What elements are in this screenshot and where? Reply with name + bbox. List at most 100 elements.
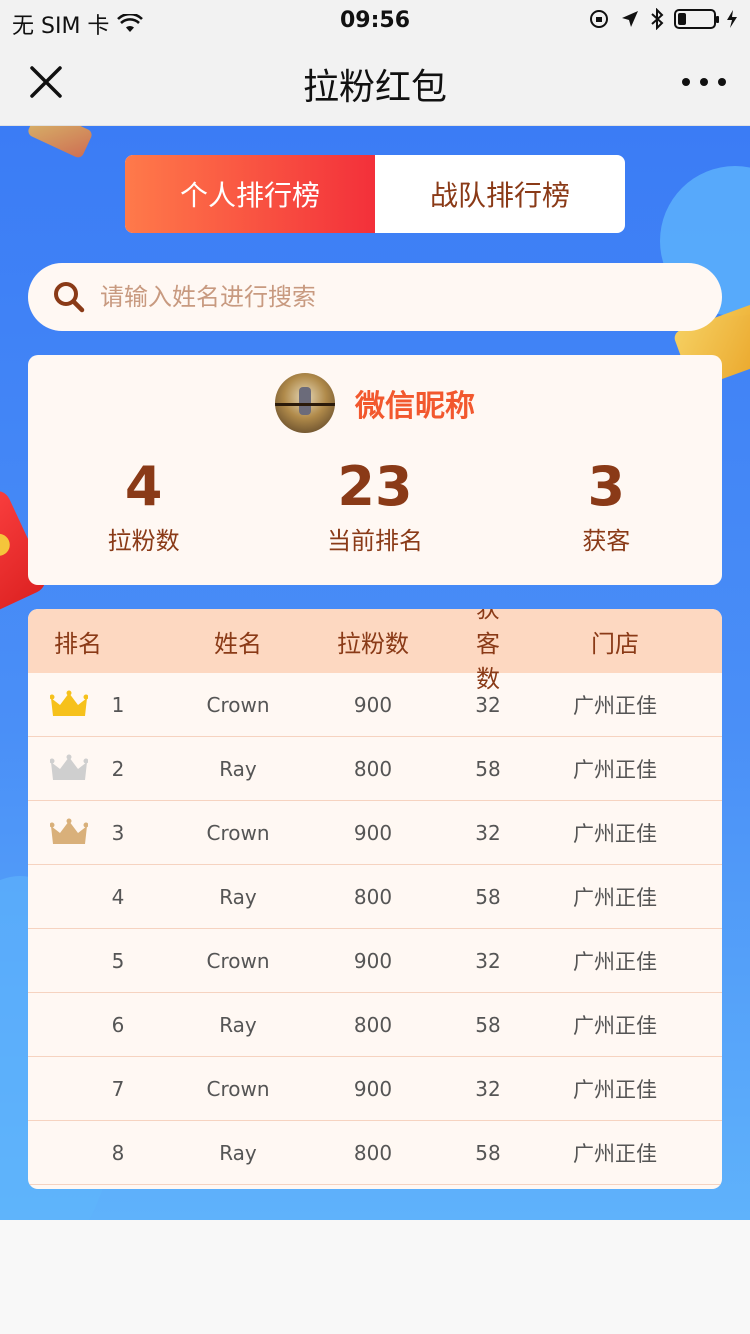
bronze-crown-icon — [50, 818, 88, 844]
table-row[interactable]: 4 Ray 800 58 广州正佳 — [28, 865, 722, 929]
rank-cell: 2 — [28, 754, 198, 784]
header-name: 姓名 — [214, 629, 262, 658]
name-cell: Crown — [206, 692, 270, 717]
crown-placeholder — [50, 882, 88, 912]
table-row[interactable]: 8 Ray 800 58 广州正佳 — [28, 1121, 722, 1185]
rank-number: 7 — [111, 1076, 125, 1101]
battery-icon — [674, 9, 719, 29]
table-row[interactable]: 7 Crown 900 32 广州正佳 — [28, 1057, 722, 1121]
stat-label: 获客 — [582, 527, 631, 555]
ranking-tabs: 个人排行榜 战队排行榜 — [125, 155, 625, 233]
table-row[interactable]: 3 Crown 900 32 广州正佳 — [28, 801, 722, 865]
decor-shape — [26, 126, 94, 160]
header-fans: 拉粉数 — [337, 629, 409, 658]
customers-cell: 58 — [475, 1012, 501, 1037]
gold-crown-icon — [50, 690, 88, 716]
customers-cell: 58 — [475, 756, 501, 781]
name-cell: Crown — [206, 820, 270, 845]
name-cell: Ray — [219, 884, 257, 909]
stat-value: 4 — [124, 455, 163, 518]
name-cell: Ray — [219, 1140, 257, 1165]
fans-cell: 800 — [353, 1012, 393, 1037]
tab-personal-ranking[interactable]: 个人排行榜 — [125, 155, 375, 233]
customers-cell: 32 — [475, 948, 501, 973]
customers-cell: 58 — [475, 884, 501, 909]
main-stage: 个人排行榜 战队排行榜 微信昵称 4 拉粉数 23 当前排名 3 获客 — [0, 126, 750, 1220]
rank-number: 8 — [111, 1140, 125, 1165]
rank-number: 6 — [111, 1012, 125, 1037]
profile-stats: 4 拉粉数 23 当前排名 3 获客 — [28, 455, 722, 556]
stat-current-rank: 23 当前排名 — [259, 455, 490, 556]
search-icon — [54, 282, 85, 313]
search-bar[interactable] — [28, 263, 722, 331]
table-row[interactable]: 2 Ray 800 58 广州正佳 — [28, 737, 722, 801]
status-bar: 无 SIM 卡 09:56 — [0, 0, 750, 40]
store-cell: 广州正佳 — [573, 1013, 657, 1038]
profile-card: 微信昵称 4 拉粉数 23 当前排名 3 获客 — [28, 355, 722, 585]
header-customers: 获客数 — [476, 609, 500, 693]
crown-placeholder — [50, 1010, 88, 1040]
fans-cell: 900 — [353, 1076, 393, 1101]
silver-crown-icon — [50, 754, 88, 780]
rank-number: 1 — [111, 692, 125, 717]
rank-cell: 3 — [28, 818, 198, 848]
page-title: 拉粉红包 — [302, 67, 447, 108]
store-cell: 广州正佳 — [573, 1141, 657, 1166]
rank-cell: 7 — [28, 1074, 198, 1104]
more-menu-icon[interactable] — [682, 64, 726, 100]
table-row[interactable]: 5 Crown 900 32 广州正佳 — [28, 929, 722, 993]
header-store: 门店 — [591, 629, 639, 658]
rank-cell: 1 — [28, 690, 198, 720]
rank-cell: 6 — [28, 1010, 198, 1040]
tab-team-ranking[interactable]: 战队排行榜 — [375, 155, 625, 233]
fans-cell: 800 — [353, 1140, 393, 1165]
rank-number: 2 — [111, 756, 125, 781]
name-cell: Ray — [219, 1012, 257, 1037]
stat-customers: 3 获客 — [491, 455, 722, 556]
fans-cell: 900 — [353, 820, 393, 845]
nav-bar: 拉粉红包 — [0, 40, 750, 126]
header-rank: 排名 — [54, 629, 102, 658]
rank-cell: 5 — [28, 946, 198, 976]
stat-label: 拉粉数 — [107, 527, 180, 555]
bottom-area — [0, 1220, 750, 1334]
table-row[interactable]: 1 Crown 900 32 广州正佳 — [28, 673, 722, 737]
nickname: 微信昵称 — [355, 389, 475, 424]
store-cell: 广州正佳 — [573, 1077, 657, 1102]
ranking-table: 排名 姓名 拉粉数 获客数 门店 1 Crown 900 32 广州正佳 2 Ray 800 5… — [28, 609, 722, 1189]
crown-placeholder — [50, 1074, 88, 1104]
rank-number: 5 — [111, 948, 125, 973]
stat-value: 3 — [587, 455, 626, 518]
name-cell: Crown — [206, 948, 270, 973]
rank-cell: 8 — [28, 1138, 198, 1168]
customers-cell: 32 — [475, 1076, 501, 1101]
fans-cell: 900 — [353, 948, 393, 973]
rank-number: 3 — [111, 820, 125, 845]
table-row[interactable]: 6 Ray 800 58 广州正佳 — [28, 993, 722, 1057]
store-cell: 广州正佳 — [573, 693, 657, 718]
location-icon — [622, 11, 638, 27]
customers-cell: 58 — [475, 1140, 501, 1165]
customers-cell: 32 — [475, 692, 501, 717]
rank-number: 4 — [111, 884, 125, 909]
bluetooth-icon — [651, 8, 664, 30]
fans-cell: 800 — [353, 756, 393, 781]
stat-label: 当前排名 — [326, 527, 423, 555]
store-cell: 广州正佳 — [573, 757, 657, 782]
search-input[interactable] — [100, 283, 660, 311]
table-body: 1 Crown 900 32 广州正佳 2 Ray 800 58 广州正佳 3 Crown 900 32 广… — [28, 673, 722, 1185]
stat-fans: 4 拉粉数 — [28, 455, 259, 556]
store-cell: 广州正佳 — [573, 949, 657, 974]
store-cell: 广州正佳 — [573, 885, 657, 910]
name-cell: Crown — [206, 1076, 270, 1101]
orientation-lock-icon — [590, 10, 608, 28]
store-cell: 广州正佳 — [573, 821, 657, 846]
customers-cell: 32 — [475, 820, 501, 845]
charging-icon — [727, 10, 737, 28]
rank-cell: 4 — [28, 882, 198, 912]
fans-cell: 800 — [353, 884, 393, 909]
fans-cell: 900 — [353, 692, 393, 717]
crown-placeholder — [50, 946, 88, 976]
stat-value: 23 — [337, 455, 413, 518]
crown-placeholder — [50, 1138, 88, 1168]
